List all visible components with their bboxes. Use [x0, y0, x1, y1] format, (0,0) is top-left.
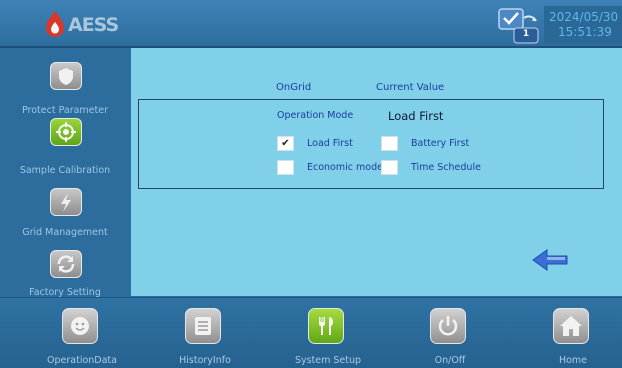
datetime-display: 2024/05/30 15:51:39 [544, 6, 622, 44]
nav-label: HistoryInfo [179, 355, 231, 366]
load-first-checkbox[interactable]: ✔ [277, 136, 294, 151]
nav-home[interactable]: Home [518, 298, 622, 368]
header-bar: AESS 1 2024/05/30 15:51:39 [0, 0, 622, 48]
load-first-label: Load First [307, 138, 353, 149]
ongrid-header: OnGrid [276, 82, 312, 93]
sidebar: Protect Parameter Sample Calibration Gri… [0, 48, 130, 298]
back-arrow-icon[interactable] [531, 248, 569, 272]
sidebar-item-grid-management[interactable]: Grid Management [0, 178, 130, 238]
time-schedule-label: Time Schedule [411, 162, 481, 173]
sidebar-item-label: Grid Management [22, 227, 108, 238]
current-value-header: Current Value [376, 82, 445, 93]
on-off-button[interactable] [430, 308, 466, 344]
home-icon [560, 316, 582, 336]
nav-system-setup[interactable]: System Setup [273, 298, 383, 368]
nav-on-off[interactable]: On/Off [395, 298, 505, 368]
power-icon [438, 316, 458, 336]
nav-operation-data[interactable]: OperationData [27, 298, 137, 368]
operation-data-button[interactable] [62, 308, 98, 344]
battery-first-label: Battery First [411, 138, 470, 149]
main-panel: OnGrid Current Value Operation Mode Load… [131, 48, 622, 296]
history-info-button[interactable] [185, 308, 221, 344]
tools-icon [319, 317, 333, 335]
flame-logo-icon [46, 11, 64, 37]
system-setup-button[interactable] [308, 308, 344, 344]
nav-history-info[interactable]: HistoryInfo [150, 298, 260, 368]
target-button[interactable] [50, 118, 82, 146]
operation-mode-panel: Operation Mode Load First ✔ Load First B… [138, 99, 604, 189]
nav-label: System Setup [294, 355, 362, 366]
logo-text: AESS [68, 14, 119, 36]
lightning-icon [61, 193, 71, 212]
lightning-button[interactable] [50, 188, 82, 216]
nav-label: On/Off [434, 355, 466, 366]
refresh-button[interactable] [50, 250, 82, 278]
home-button[interactable] [553, 308, 589, 344]
time-text: 15:51:39 [558, 25, 612, 39]
economic-mode-label: Economic mode [307, 162, 383, 173]
shield-button[interactable] [50, 62, 82, 90]
sidebar-item-protect-parameter[interactable]: Protect Parameter [0, 58, 130, 118]
screen-badge: 1 [522, 29, 530, 39]
shield-icon [59, 68, 73, 85]
sidebar-item-factory-setting[interactable]: Factory Setting [0, 238, 130, 298]
list-icon [195, 317, 211, 335]
target-icon [56, 122, 76, 142]
sidebar-item-sample-calibration[interactable]: Sample Calibration [0, 116, 130, 176]
date-text: 2024/05/30 [549, 10, 619, 24]
economic-mode-checkbox[interactable] [277, 160, 294, 175]
refresh-icon [57, 255, 75, 273]
nav-label: OperationData [47, 355, 117, 366]
sidebar-item-label: Protect Parameter [21, 105, 109, 116]
time-schedule-checkbox[interactable] [381, 160, 398, 175]
smiley-icon [71, 317, 89, 335]
screen-switch-icon[interactable] [498, 8, 542, 44]
bottom-nav: OperationData HistoryInfo System Setup O… [0, 297, 622, 368]
operation-mode-value: Load First [388, 109, 444, 123]
sidebar-item-label: Sample Calibration [19, 165, 111, 176]
battery-first-checkbox[interactable] [381, 136, 398, 151]
operation-mode-label: Operation Mode [277, 110, 354, 121]
nav-label: Home [558, 355, 588, 366]
